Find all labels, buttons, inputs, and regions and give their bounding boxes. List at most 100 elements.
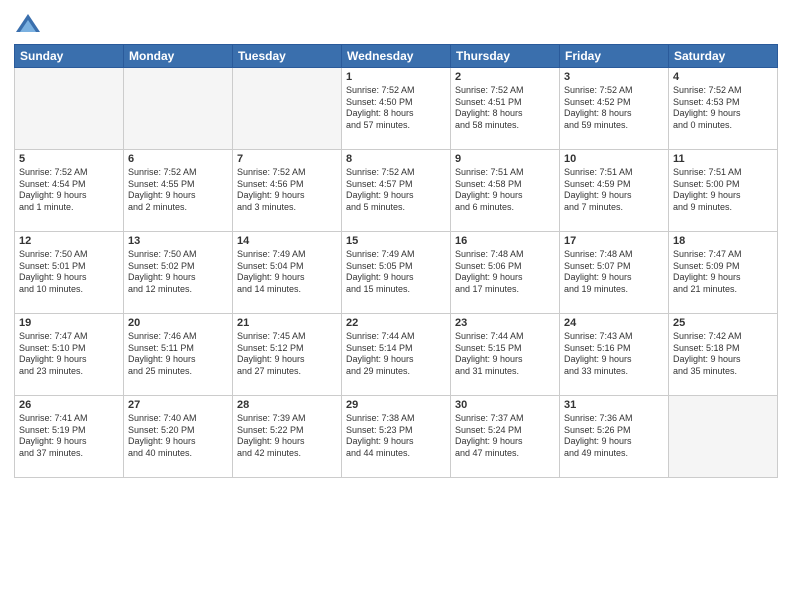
weekday-header-monday: Monday [124, 45, 233, 68]
day-number: 7 [237, 153, 337, 165]
day-cell [669, 396, 778, 478]
weekday-header-saturday: Saturday [669, 45, 778, 68]
day-info: Sunrise: 7:52 AM Sunset: 4:56 PM Dayligh… [237, 167, 337, 214]
day-cell [124, 68, 233, 150]
day-info: Sunrise: 7:41 AM Sunset: 5:19 PM Dayligh… [19, 413, 119, 460]
day-number: 12 [19, 235, 119, 247]
day-info: Sunrise: 7:42 AM Sunset: 5:18 PM Dayligh… [673, 331, 773, 378]
logo-icon [14, 10, 42, 38]
day-cell: 17Sunrise: 7:48 AM Sunset: 5:07 PM Dayli… [560, 232, 669, 314]
day-info: Sunrise: 7:48 AM Sunset: 5:07 PM Dayligh… [564, 249, 664, 296]
day-info: Sunrise: 7:50 AM Sunset: 5:02 PM Dayligh… [128, 249, 228, 296]
day-info: Sunrise: 7:47 AM Sunset: 5:10 PM Dayligh… [19, 331, 119, 378]
day-info: Sunrise: 7:44 AM Sunset: 5:15 PM Dayligh… [455, 331, 555, 378]
day-info: Sunrise: 7:52 AM Sunset: 4:57 PM Dayligh… [346, 167, 446, 214]
page: SundayMondayTuesdayWednesdayThursdayFrid… [0, 0, 792, 612]
day-cell: 11 Sunrise: 7:51 AM Sunset: 5:00 PM Dayli… [669, 150, 778, 232]
day-cell: 3 Sunrise: 7:52 AM Sunset: 4:52 PM Daylig… [560, 68, 669, 150]
day-cell: 9 Sunrise: 7:51 AM Sunset: 4:58 PM Daylig… [451, 150, 560, 232]
day-info: Sunrise: 7:51 AM Sunset: 5:00 PM Dayligh… [673, 167, 773, 214]
day-number: 11 [673, 153, 773, 165]
day-info: Sunrise: 7:51 AM Sunset: 4:59 PM Dayligh… [564, 167, 664, 214]
day-info: Sunrise: 7:38 AM Sunset: 5:23 PM Dayligh… [346, 413, 446, 460]
day-number: 29 [346, 399, 446, 411]
day-info: Sunrise: 7:52 AM Sunset: 4:51 PM Dayligh… [455, 85, 555, 132]
day-cell: 27 Sunrise: 7:40 AM Sunset: 5:20 PM Dayli… [124, 396, 233, 478]
day-info: Sunrise: 7:36 AM Sunset: 5:26 PM Dayligh… [564, 413, 664, 460]
day-info: Sunrise: 7:43 AM Sunset: 5:16 PM Dayligh… [564, 331, 664, 378]
day-number: 10 [564, 153, 664, 165]
day-cell [233, 68, 342, 150]
week-row-2: 12Sunrise: 7:50 AM Sunset: 5:01 PM Dayli… [15, 232, 778, 314]
day-info: Sunrise: 7:51 AM Sunset: 4:58 PM Dayligh… [455, 167, 555, 214]
day-cell: 26 Sunrise: 7:41 AM Sunset: 5:19 PM Dayli… [15, 396, 124, 478]
day-number: 18 [673, 235, 773, 247]
day-info: Sunrise: 7:46 AM Sunset: 5:11 PM Dayligh… [128, 331, 228, 378]
week-row-0: 1 Sunrise: 7:52 AM Sunset: 4:50 PM Daylig… [15, 68, 778, 150]
header [14, 10, 778, 38]
weekday-header-wednesday: Wednesday [342, 45, 451, 68]
calendar-table: SundayMondayTuesdayWednesdayThursdayFrid… [14, 44, 778, 478]
day-cell: 7 Sunrise: 7:52 AM Sunset: 4:56 PM Daylig… [233, 150, 342, 232]
week-row-1: 5 Sunrise: 7:52 AM Sunset: 4:54 PM Daylig… [15, 150, 778, 232]
day-info: Sunrise: 7:48 AM Sunset: 5:06 PM Dayligh… [455, 249, 555, 296]
day-number: 23 [455, 317, 555, 329]
day-info: Sunrise: 7:52 AM Sunset: 4:50 PM Dayligh… [346, 85, 446, 132]
day-number: 19 [19, 317, 119, 329]
day-info: Sunrise: 7:44 AM Sunset: 5:14 PM Dayligh… [346, 331, 446, 378]
day-cell: 4 Sunrise: 7:52 AM Sunset: 4:53 PM Daylig… [669, 68, 778, 150]
day-number: 27 [128, 399, 228, 411]
day-number: 2 [455, 71, 555, 83]
day-info: Sunrise: 7:52 AM Sunset: 4:55 PM Dayligh… [128, 167, 228, 214]
weekday-header-tuesday: Tuesday [233, 45, 342, 68]
day-number: 24 [564, 317, 664, 329]
day-info: Sunrise: 7:49 AM Sunset: 5:04 PM Dayligh… [237, 249, 337, 296]
day-info: Sunrise: 7:39 AM Sunset: 5:22 PM Dayligh… [237, 413, 337, 460]
day-cell: 14 Sunrise: 7:49 AM Sunset: 5:04 PM Dayli… [233, 232, 342, 314]
day-cell: 13 Sunrise: 7:50 AM Sunset: 5:02 PM Dayli… [124, 232, 233, 314]
day-cell: 12Sunrise: 7:50 AM Sunset: 5:01 PM Dayli… [15, 232, 124, 314]
day-info: Sunrise: 7:45 AM Sunset: 5:12 PM Dayligh… [237, 331, 337, 378]
day-number: 16 [455, 235, 555, 247]
weekday-header-row: SundayMondayTuesdayWednesdayThursdayFrid… [15, 45, 778, 68]
logo [14, 10, 46, 38]
day-cell: 10 Sunrise: 7:51 AM Sunset: 4:59 PM Dayli… [560, 150, 669, 232]
day-number: 3 [564, 71, 664, 83]
day-cell: 5 Sunrise: 7:52 AM Sunset: 4:54 PM Daylig… [15, 150, 124, 232]
day-number: 21 [237, 317, 337, 329]
day-cell: 15 Sunrise: 7:49 AM Sunset: 5:05 PM Dayli… [342, 232, 451, 314]
day-number: 28 [237, 399, 337, 411]
day-info: Sunrise: 7:52 AM Sunset: 4:54 PM Dayligh… [19, 167, 119, 214]
day-number: 25 [673, 317, 773, 329]
day-info: Sunrise: 7:40 AM Sunset: 5:20 PM Dayligh… [128, 413, 228, 460]
weekday-header-friday: Friday [560, 45, 669, 68]
day-cell: 6Sunrise: 7:52 AM Sunset: 4:55 PM Daylig… [124, 150, 233, 232]
day-cell: 20Sunrise: 7:46 AM Sunset: 5:11 PM Dayli… [124, 314, 233, 396]
day-number: 26 [19, 399, 119, 411]
day-info: Sunrise: 7:49 AM Sunset: 5:05 PM Dayligh… [346, 249, 446, 296]
day-cell: 28 Sunrise: 7:39 AM Sunset: 5:22 PM Dayli… [233, 396, 342, 478]
day-number: 14 [237, 235, 337, 247]
day-cell: 25 Sunrise: 7:42 AM Sunset: 5:18 PM Dayli… [669, 314, 778, 396]
day-cell: 24 Sunrise: 7:43 AM Sunset: 5:16 PM Dayli… [560, 314, 669, 396]
weekday-header-thursday: Thursday [451, 45, 560, 68]
day-cell: 16 Sunrise: 7:48 AM Sunset: 5:06 PM Dayli… [451, 232, 560, 314]
day-number: 8 [346, 153, 446, 165]
day-info: Sunrise: 7:52 AM Sunset: 4:53 PM Dayligh… [673, 85, 773, 132]
week-row-3: 19 Sunrise: 7:47 AM Sunset: 5:10 PM Dayli… [15, 314, 778, 396]
day-info: Sunrise: 7:37 AM Sunset: 5:24 PM Dayligh… [455, 413, 555, 460]
day-number: 5 [19, 153, 119, 165]
day-info: Sunrise: 7:52 AM Sunset: 4:52 PM Dayligh… [564, 85, 664, 132]
day-cell [15, 68, 124, 150]
day-number: 31 [564, 399, 664, 411]
day-number: 4 [673, 71, 773, 83]
day-cell: 18 Sunrise: 7:47 AM Sunset: 5:09 PM Dayli… [669, 232, 778, 314]
day-number: 9 [455, 153, 555, 165]
day-cell: 1 Sunrise: 7:52 AM Sunset: 4:50 PM Daylig… [342, 68, 451, 150]
day-cell: 31 Sunrise: 7:36 AM Sunset: 5:26 PM Dayli… [560, 396, 669, 478]
day-cell: 22Sunrise: 7:44 AM Sunset: 5:14 PM Dayli… [342, 314, 451, 396]
day-number: 13 [128, 235, 228, 247]
day-info: Sunrise: 7:47 AM Sunset: 5:09 PM Dayligh… [673, 249, 773, 296]
day-number: 15 [346, 235, 446, 247]
day-number: 1 [346, 71, 446, 83]
